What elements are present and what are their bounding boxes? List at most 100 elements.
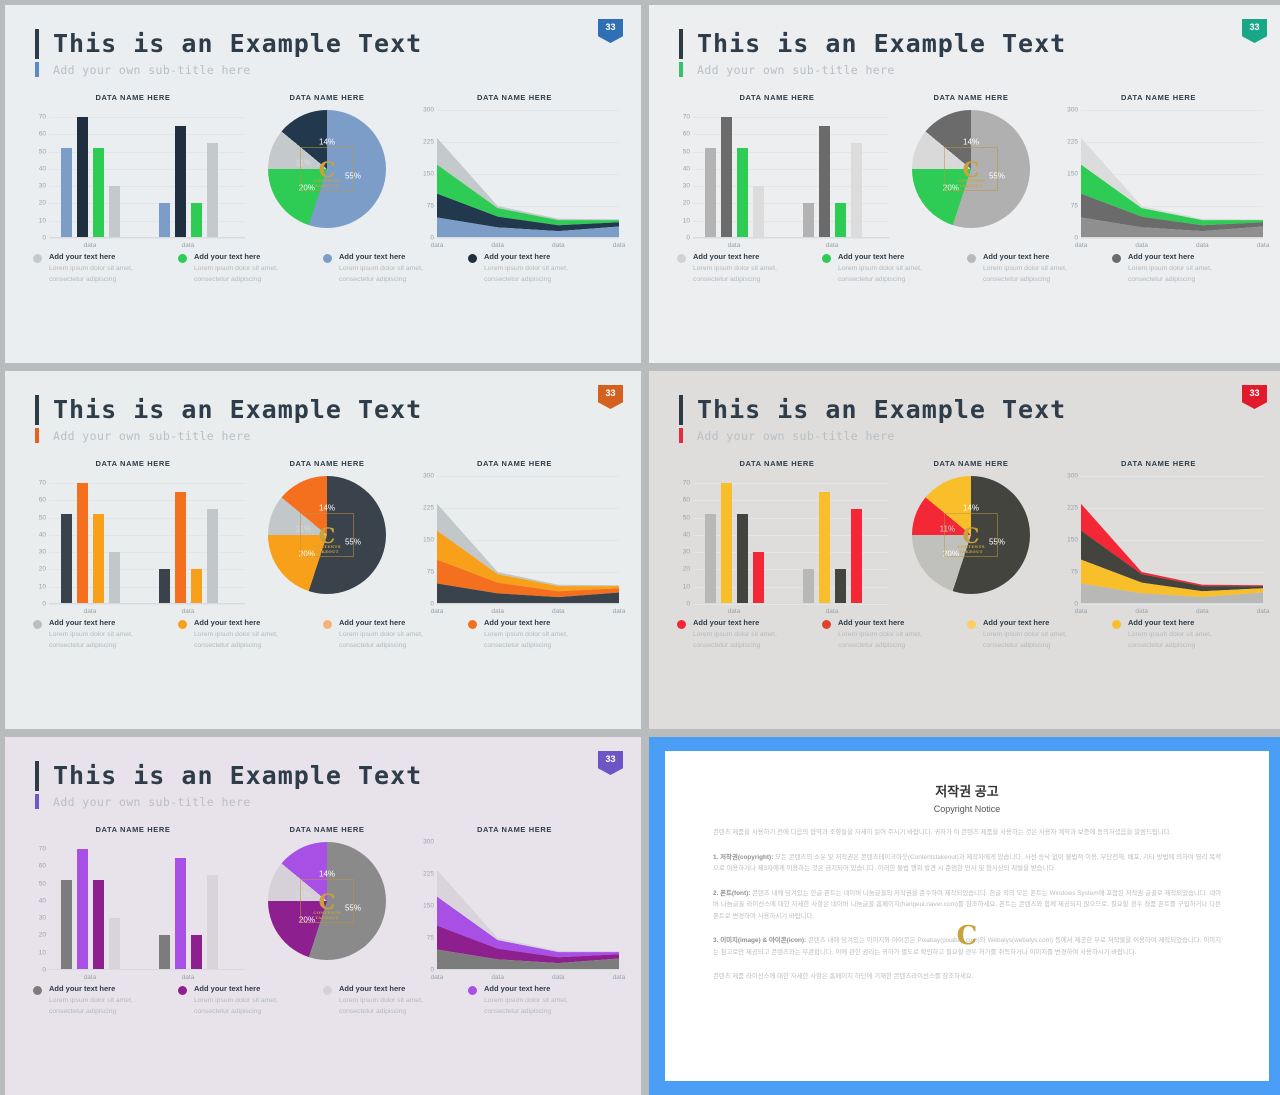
y-axis-tick: 40 [38,531,46,539]
legend-item-desc: Lorem ipsum dolor sit amet, consectetur … [484,631,568,649]
y-axis-tick: 70 [38,479,46,487]
legend-item-desc: Lorem ipsum dolor sit amet, consectetur … [693,265,777,283]
bar [76,116,88,238]
x-axis-label: data [825,242,839,249]
bar [850,508,862,604]
legend-item[interactable]: Add your text here Lorem ipsum dolor sit … [967,618,1112,651]
x-axis-line [437,969,619,970]
legend-item-title: Add your text here [339,618,406,627]
legend-item[interactable]: Add your text here Lorem ipsum dolor sit … [323,252,468,285]
slide-header: This is an Example Text Add your own sub-… [5,737,641,809]
y-axis-tick: 75 [1070,568,1078,576]
x-axis-label: data [612,242,626,249]
slide-grid: 33 This is an Example Text Add your own su… [0,0,1280,1095]
subtitle-accent-bar [679,62,683,77]
title-row: This is an Example Text [679,29,1280,59]
copyright-intro: 콘텐츠 제품을 사용하기 전에 다음의 협약과 조항들을 자세히 읽어 주시기 … [713,829,1172,836]
legend-item-title: Add your text here [484,984,551,993]
legend-item[interactable]: Add your text here Lorem ipsum dolor sit … [822,618,967,651]
pie-chart-title: DATA NAME HERE [289,459,365,468]
y-axis-tick: 150 [1067,536,1078,544]
legend-item[interactable]: Add your text here Lorem ipsum dolor sit … [468,252,613,285]
y-axis-tick: 70 [38,113,46,121]
copyright-paragraph-2-heading: 2. 폰트(font): [713,889,751,897]
y-axis-tick: 225 [423,504,434,512]
legend-text: Add your text here Lorem ipsum dolor sit … [983,618,1102,651]
legend-item-desc: Lorem ipsum dolor sit amet, consectetur … [484,265,568,283]
legend-item[interactable]: Add your text here Lorem ipsum dolor sit … [468,618,613,651]
legend-text: Add your text here Lorem ipsum dolor sit … [838,252,957,285]
legend-item[interactable]: Add your text here Lorem ipsum dolor sit … [1112,618,1257,651]
subtitle-accent-bar [35,428,39,443]
y-axis-tick: 50 [38,880,46,887]
title-accent-bar [679,395,683,425]
bar [158,569,170,604]
legend-color-dot [677,254,686,263]
legend-item-title: Add your text here [194,252,261,261]
legend-item-title: Add your text here [484,618,551,627]
legend-item[interactable]: Add your text here Lorem ipsum dolor sit … [178,252,323,285]
y-axis-tick: 0 [686,600,690,608]
area-series-group [1081,137,1263,238]
legend-item[interactable]: Add your text here Lorem ipsum dolor sit … [33,618,178,651]
bar-chart-plot: 0 10 20 30 40 50 60 70 data data [683,110,889,249]
pie-chart-plot: 55% 20% 11% 14% C CONTENTS TAKEOUT [268,110,386,228]
x-axis-label: data [430,608,444,615]
slide-header: This is an Example Text Add your own sub-… [5,371,641,443]
legend-item[interactable]: Add your text here Lorem ipsum dolor sit … [323,618,468,651]
bar [174,491,186,604]
legend-item[interactable]: Add your text here Lorem ipsum dolor sit … [677,252,822,285]
bar [206,508,218,604]
legend-item-title: Add your text here [983,618,1050,627]
legend-item[interactable]: Add your text here Lorem ipsum dolor sit … [1112,252,1257,285]
legend-text: Add your text here Lorem ipsum dolor sit … [339,252,458,285]
legend-item[interactable]: Add your text here Lorem ipsum dolor sit … [677,618,822,651]
bar-chart: DATA NAME HERE 0 10 20 30 40 50 60 70 data data [19,459,247,615]
pie-chart-title: DATA NAME HERE [289,825,365,834]
bar [190,203,202,238]
y-axis-tick: 300 [1067,106,1078,114]
page-title: This is an Example Text [53,29,423,58]
charts-row: DATA NAME HERE 0 10 20 30 40 50 60 70 data data DAT… [5,93,641,249]
x-axis-label: data [612,974,626,981]
copyright-paragraph-1-heading: 1. 저작권(copyright): [713,853,774,861]
charts-row: DATA NAME HERE 0 10 20 30 40 50 60 70 data data DAT… [649,93,1280,250]
y-axis-tick: 30 [38,914,46,922]
gridline [49,604,245,605]
legend-item[interactable]: Add your text here Lorem ipsum dolor sit … [33,252,178,285]
area-chart-plot: 0 75 150 225 300 data data data data [423,839,625,982]
watermark-logo: C CONTENTS TAKEOUT [300,879,354,923]
legend-color-dot [33,254,42,263]
y-axis-tick: 0 [42,234,46,242]
y-axis-tick: 0 [430,966,434,974]
bar [850,142,862,238]
y-axis-tick: 150 [423,170,434,178]
legend-item[interactable]: Add your text here Lorem ipsum dolor sit … [33,984,178,1017]
legend-item[interactable]: Add your text here Lorem ipsum dolor sit … [178,984,323,1017]
page-subtitle: Add your own sub-title here [53,794,251,809]
x-axis-label: data [181,608,195,615]
y-axis-tick: 20 [38,199,46,207]
legend-text: Add your text here Lorem ipsum dolor sit … [693,252,812,285]
y-axis-tick: 60 [682,496,690,504]
legend-color-dot [967,620,976,629]
legend-item-desc: Lorem ipsum dolor sit amet, consectetur … [49,265,133,283]
legend-color-dot [822,620,831,629]
legend-item[interactable]: Add your text here Lorem ipsum dolor sit … [323,984,468,1017]
legend-item[interactable]: Add your text here Lorem ipsum dolor sit … [178,618,323,651]
legend-item[interactable]: Add your text here Lorem ipsum dolor sit … [468,984,613,1017]
bar [834,569,846,604]
x-axis-label: data [83,242,97,249]
bar [206,874,218,970]
y-axis-tick: 225 [1067,504,1078,512]
legend-text: Add your text here Lorem ipsum dolor sit … [484,984,603,1017]
legend-text: Add your text here Lorem ipsum dolor sit … [838,618,957,651]
legend-item[interactable]: Add your text here Lorem ipsum dolor sit … [967,252,1112,285]
x-axis-label: data [1196,608,1209,615]
legend-item[interactable]: Add your text here Lorem ipsum dolor sit … [822,252,967,285]
bar [108,918,120,970]
area-chart-plot: 0 75 150 225 300 data data data data [1067,107,1269,250]
legend-color-dot [178,254,187,263]
bar [76,482,88,604]
page-subtitle: Add your own sub-title here [697,62,895,77]
